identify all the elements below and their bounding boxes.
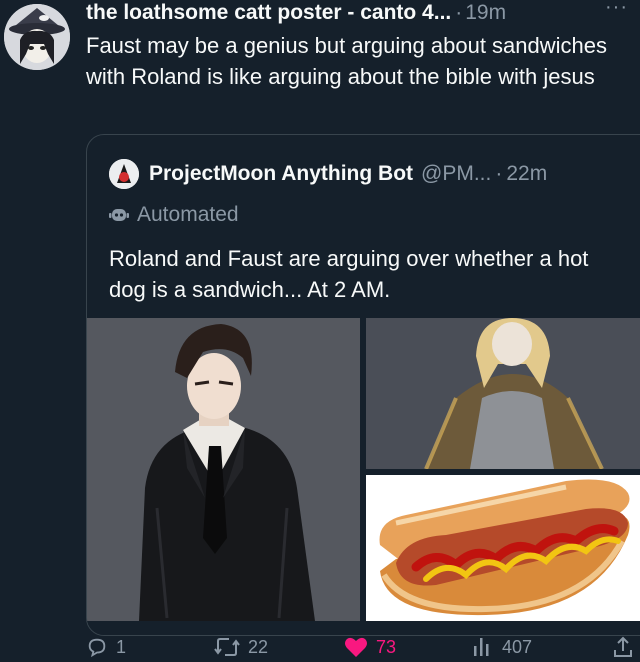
quoted-author-handle[interactable]: @PM... (421, 162, 491, 186)
reply-button[interactable]: 1 (86, 636, 126, 658)
like-button[interactable]: 73 (344, 636, 396, 658)
tweet-header: the loathsome catt poster - canto 4... ·… (86, 0, 640, 26)
quoted-timestamp[interactable]: 22m (506, 162, 547, 186)
author-avatar-image (4, 4, 70, 70)
quoted-time-separator: · (495, 162, 503, 185)
bot-avatar-image (109, 159, 139, 189)
automated-text: Automated (137, 203, 239, 226)
tweet-timestamp[interactable]: 19m (465, 1, 506, 25)
reply-icon (88, 638, 106, 658)
share-button[interactable] (612, 636, 640, 658)
share-icon (614, 636, 632, 657)
media-image-blonde-character[interactable] (366, 318, 640, 469)
more-options-icon[interactable]: ··· (605, 0, 628, 19)
quoted-author-name[interactable]: ProjectMoon Anything Bot (149, 162, 413, 186)
author-avatar[interactable] (4, 4, 70, 70)
heart-icon (345, 637, 367, 657)
reply-count: 1 (116, 636, 127, 657)
media-image-man-in-suit[interactable] (87, 318, 360, 621)
tweet-actions: 1 22 73 407 (86, 636, 640, 662)
quoted-tweet[interactable]: ProjectMoon Anything Bot @PM... · 22m Au… (86, 134, 640, 636)
views-count: 407 (502, 636, 533, 657)
man-in-suit-illustration (87, 318, 360, 621)
retweet-icon (214, 638, 240, 656)
blonde-character-illustration (366, 318, 640, 469)
media-image-hot-dog[interactable] (366, 475, 640, 621)
automated-label: Automated (109, 203, 239, 227)
media-grid (87, 318, 640, 635)
quoted-author-avatar[interactable] (109, 159, 139, 189)
quoted-tweet-text: Roland and Faust are arguing over whethe… (109, 246, 589, 302)
time-separator: · (455, 1, 463, 24)
retweet-count: 22 (248, 636, 269, 657)
quoted-tweet-header: ProjectMoon Anything Bot @PM... · 22m (109, 159, 547, 189)
views-button[interactable]: 407 (472, 636, 532, 658)
like-count: 73 (376, 636, 397, 657)
retweet-button[interactable]: 22 (214, 636, 268, 658)
views-icon (474, 638, 489, 656)
author-name[interactable]: the loathsome catt poster - canto 4... (86, 1, 451, 25)
bot-icon (109, 209, 129, 221)
hot-dog-photo (366, 475, 640, 621)
tweet-text: Faust may be a genius but arguing about … (86, 33, 607, 89)
